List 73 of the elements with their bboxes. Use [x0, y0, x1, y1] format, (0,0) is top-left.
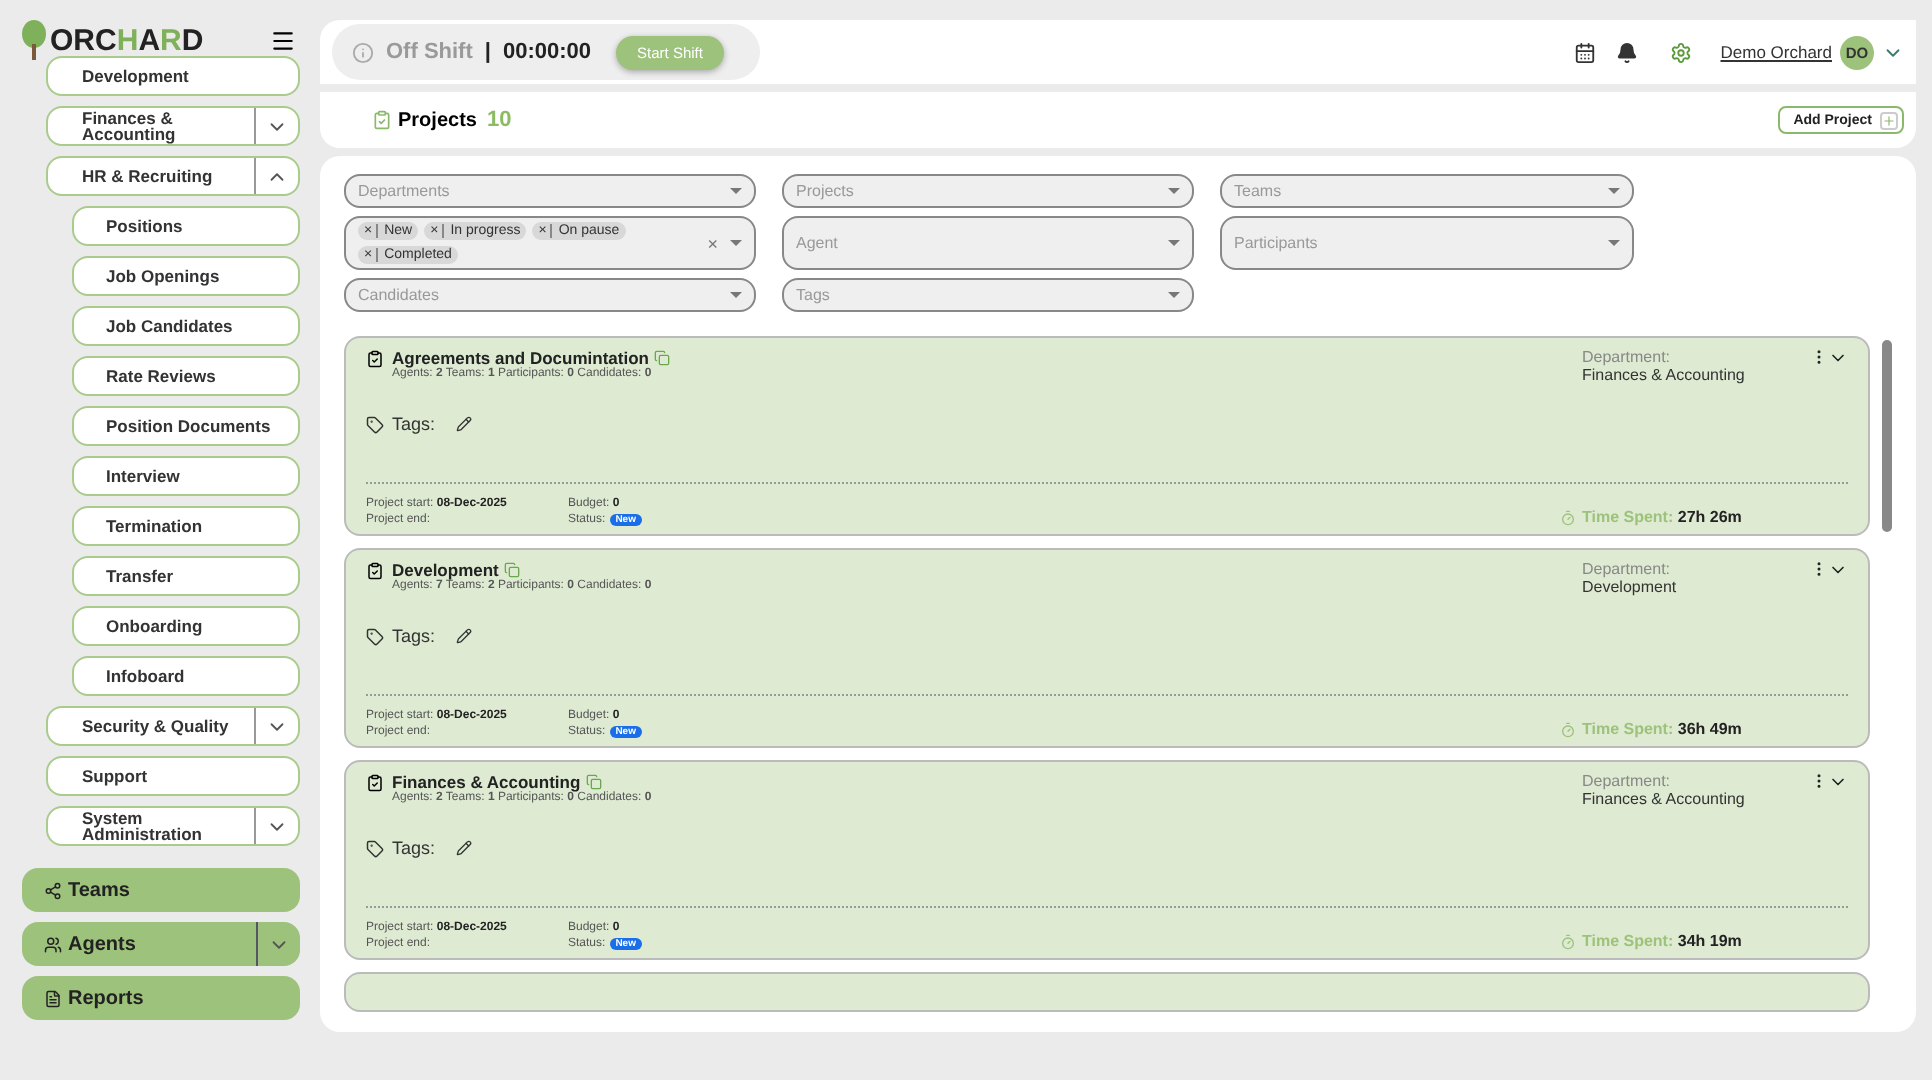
calendar-icon[interactable]	[1574, 41, 1597, 63]
timer-icon	[1560, 721, 1576, 737]
project-count: 10	[486, 108, 512, 132]
department-label: Department:	[1582, 772, 1673, 790]
sidebar-subitem[interactable]: Transfer	[72, 556, 300, 596]
edit-icon[interactable]	[455, 840, 472, 856]
sidebar-subitem[interactable]: Infoboard	[72, 656, 300, 696]
dropdown-caret-icon	[1608, 240, 1620, 246]
nav-item[interactable]: Reports	[22, 976, 300, 1020]
share-icon	[44, 881, 62, 899]
separator: |	[484, 40, 491, 64]
tag-icon	[366, 627, 384, 645]
department-label: Department:	[1582, 560, 1673, 578]
timer-icon	[1560, 509, 1576, 525]
users-icon	[44, 935, 62, 953]
sidebar-subitem[interactable]: Positions	[72, 206, 300, 246]
sidebar-item[interactable]: Development	[46, 56, 300, 96]
time-spent: Time Spent: 34h 19m	[1582, 932, 1742, 950]
project-title: Development	[392, 560, 499, 580]
sidebar-subitem[interactable]: Position Documents	[72, 406, 300, 446]
sidebar-item[interactable]: Support	[46, 756, 300, 796]
clipboard-icon	[372, 110, 392, 130]
tag-icon	[366, 839, 384, 857]
edit-icon[interactable]	[455, 628, 472, 644]
clear-icon[interactable]: ×	[707, 233, 718, 253]
time-spent: Time Spent: 27h 26m	[1582, 508, 1742, 526]
department-label: Department:	[1582, 348, 1673, 366]
info-icon	[352, 41, 374, 63]
sidebar-subitem[interactable]: Rate Reviews	[72, 356, 300, 396]
timer-icon	[1560, 933, 1576, 949]
dropdown-caret-icon	[1168, 240, 1180, 246]
project-title: Finances & Accounting	[392, 772, 581, 792]
settings-icon[interactable]	[1670, 41, 1693, 63]
tag-icon	[366, 415, 384, 433]
page-title: Projects	[398, 109, 477, 131]
edit-icon[interactable]	[455, 416, 472, 432]
bell-icon[interactable]	[1616, 41, 1639, 63]
department-value: Finances & Accounting	[1582, 790, 1747, 808]
sidebar-subitem[interactable]: Job Candidates	[72, 306, 300, 346]
dropdown-caret-icon	[730, 292, 742, 298]
department-value: Development	[1582, 578, 1679, 596]
plus-icon	[1880, 111, 1898, 129]
menu-icon[interactable]	[270, 27, 296, 53]
nav-item[interactable]: Agents	[22, 922, 300, 966]
document-icon	[44, 989, 62, 1007]
dropdown-caret-icon	[730, 240, 742, 246]
sidebar-subitem[interactable]: Job Openings	[72, 256, 300, 296]
sidebar-subitem[interactable]: Termination	[72, 506, 300, 546]
time-spent: Time Spent: 36h 49m	[1582, 720, 1742, 738]
dropdown-caret-icon	[1608, 188, 1620, 194]
sidebar-item[interactable]: System Administration	[46, 806, 300, 846]
shift-timer: 00:00:00	[502, 40, 592, 64]
sidebar-subitem[interactable]: Interview	[72, 456, 300, 496]
shift-status: Off Shift	[386, 40, 473, 64]
clipboard-icon	[366, 562, 384, 580]
dropdown-caret-icon	[1168, 188, 1180, 194]
project-title: Agreements and Documintation	[392, 348, 649, 368]
user-link[interactable]: Demo Orchard	[1720, 42, 1832, 62]
dropdown-caret-icon	[730, 188, 742, 194]
sidebar-item[interactable]: Security & Quality	[46, 706, 300, 746]
tags-label: Tags:	[392, 838, 436, 858]
clipboard-icon	[366, 350, 384, 368]
clipboard-icon	[366, 774, 384, 792]
logo: ORCHARD	[22, 20, 204, 60]
sidebar-item[interactable]: HR & Recruiting	[46, 156, 300, 196]
tree-icon	[22, 20, 46, 60]
department-value: Finances & Accounting	[1582, 366, 1747, 384]
sidebar-subitem[interactable]: Onboarding	[72, 606, 300, 646]
nav-item[interactable]: Teams	[22, 868, 300, 912]
dropdown-caret-icon	[1168, 292, 1180, 298]
tags-label: Tags:	[392, 626, 436, 646]
sidebar-item[interactable]: Finances & Accounting	[46, 106, 300, 146]
tags-label: Tags:	[392, 414, 436, 434]
